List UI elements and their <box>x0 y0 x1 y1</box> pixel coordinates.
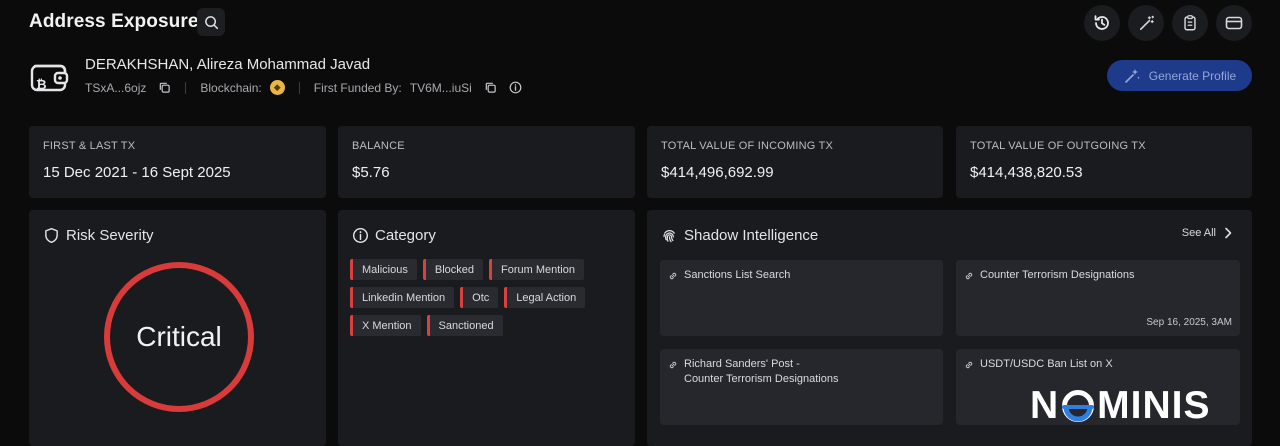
intel-title: Shadow Intelligence <box>684 227 819 244</box>
intel-card-counter-terrorism[interactable]: Counter Terrorism Designations Sep 16, 2… <box>956 260 1240 336</box>
tag-otc: Otc <box>460 287 499 308</box>
tag-blocked: Blocked <box>422 259 483 280</box>
stat-label: TOTAL VALUE OF OUTGOING TX <box>970 140 1146 152</box>
tag-malicious: Malicious <box>350 259 417 280</box>
risk-level: Critical <box>136 321 222 352</box>
tag-forum-mention: Forum Mention <box>489 259 584 280</box>
link-icon <box>965 361 973 369</box>
link-icon <box>669 361 677 369</box>
history-icon <box>1094 15 1109 30</box>
intel-card-title: Sanctions List Search <box>668 268 790 283</box>
intel-card-title: Counter Terrorism Designations <box>964 268 1134 283</box>
logo-text-right: MINIS <box>1097 384 1211 427</box>
logo-text-left: N <box>1030 384 1060 427</box>
copy-icon <box>160 82 171 93</box>
stat-label: FIRST & LAST TX <box>43 140 136 152</box>
stat-value: 15 Dec 2021 - 16 Sept 2025 <box>43 164 231 181</box>
intel-card-title: Richard Sanders' Post - Counter Terroris… <box>668 357 838 387</box>
intel-card-line: Counter Terrorism Designations <box>980 269 1135 281</box>
link-icon <box>669 272 677 280</box>
category-tags: Malicious Blocked Forum Mention Linkedin… <box>350 259 620 336</box>
intel-card-date: Sep 16, 2025, 3AM <box>1146 317 1232 328</box>
tag-linkedin-mention: Linkedin Mention <box>350 287 455 308</box>
top-actions <box>1084 5 1252 41</box>
stat-label: TOTAL VALUE OF INCOMING TX <box>661 140 834 152</box>
category-panel: Category Malicious Blocked Forum Mention… <box>338 210 635 446</box>
wallet-card-icon <box>1225 16 1243 30</box>
tag-x-mention: X Mention <box>350 315 421 336</box>
stat-card-outgoing: TOTAL VALUE OF OUTGOING TX $414,438,820.… <box>956 126 1252 198</box>
stat-value: $414,496,692.99 <box>661 164 774 181</box>
stat-label: BALANCE <box>352 140 405 152</box>
stat-card-first-last-tx: FIRST & LAST TX 15 Dec 2021 - 16 Sept 20… <box>29 126 326 198</box>
stat-card-incoming: TOTAL VALUE OF INCOMING TX $414,496,692.… <box>647 126 943 198</box>
intel-card-title: USDT/USDC Ban List on X <box>964 357 1113 372</box>
copy-funder-button[interactable] <box>484 81 497 94</box>
intel-card-line: Sanctions List Search <box>684 269 791 281</box>
top-bar: Address Exposure <box>0 0 1280 44</box>
tag-sanctioned: Sanctioned <box>426 315 503 336</box>
risk-ring: Critical <box>104 262 254 412</box>
generate-profile-label: Generate Profile <box>1148 68 1237 83</box>
tron-coin-icon: ◆ <box>269 80 285 95</box>
history-button[interactable] <box>1084 5 1120 41</box>
intel-card-line: Richard Sanders' Post - <box>684 358 800 370</box>
tag-legal-action: Legal Action <box>504 287 586 308</box>
info-icon <box>509 81 522 94</box>
stat-value: $414,438,820.53 <box>970 164 1083 181</box>
copy-icon <box>485 82 496 93</box>
risk-severity-panel: Risk Severity Critical <box>29 210 326 446</box>
see-all-label: See All <box>1181 227 1216 239</box>
info-button[interactable] <box>509 81 522 94</box>
stat-value: $5.76 <box>352 164 390 181</box>
entity-name: DERAKHSHAN, Alireza Mohammad Javad <box>85 56 371 73</box>
crypto-wallet-icon: ₿ <box>29 58 71 96</box>
magic-wand-icon <box>1139 15 1154 30</box>
first-funded-label: First Funded By: <box>313 80 402 95</box>
shield-icon <box>45 227 58 244</box>
panel-title: Risk Severity <box>43 227 154 244</box>
chevron-right-icon <box>1225 227 1232 239</box>
divider <box>185 81 187 94</box>
logo-o-mark-icon <box>1060 388 1096 424</box>
search-icon <box>204 15 218 29</box>
magic-wand-button[interactable] <box>1128 5 1164 41</box>
see-all-link[interactable]: See All <box>1182 227 1232 239</box>
divider <box>298 81 300 94</box>
clipboard-button[interactable] <box>1172 5 1208 41</box>
sparkle-wand-icon <box>1124 68 1140 83</box>
clipboard-icon <box>1184 15 1196 31</box>
copy-address-button[interactable] <box>158 81 171 94</box>
info-icon <box>352 227 369 244</box>
risk-title: Risk Severity <box>66 227 154 244</box>
wallet-card-button[interactable] <box>1216 5 1252 41</box>
svg-text:₿: ₿ <box>36 77 47 92</box>
nominis-logo: N MINIS <box>1030 384 1211 428</box>
fingerprint-icon <box>663 229 675 243</box>
panel-title: Shadow Intelligence <box>661 227 818 244</box>
wallet-address: TSxA...6ojz <box>85 80 147 95</box>
entity-meta: TSxA...6ojz Blockchain: ◆ First Funded B… <box>85 80 522 95</box>
panel-title: Category <box>352 227 436 244</box>
blockchain-label: Blockchain: <box>200 80 262 95</box>
generate-profile-button[interactable]: Generate Profile <box>1107 60 1252 91</box>
intel-card-line: Counter Terrorism Designations <box>684 373 839 385</box>
first-funded-address: TV6M...iuSi <box>409 80 472 95</box>
stat-card-balance: BALANCE $5.76 <box>338 126 635 198</box>
search-button[interactable] <box>197 8 225 36</box>
page-title: Address Exposure <box>29 11 199 32</box>
category-title: Category <box>375 227 436 244</box>
intel-card-sanctions-list[interactable]: Sanctions List Search <box>660 260 943 336</box>
intel-card-line: USDT/USDC Ban List on X <box>980 358 1113 370</box>
link-icon <box>965 272 973 280</box>
intel-card-richard-sanders[interactable]: Richard Sanders' Post - Counter Terroris… <box>660 349 943 425</box>
